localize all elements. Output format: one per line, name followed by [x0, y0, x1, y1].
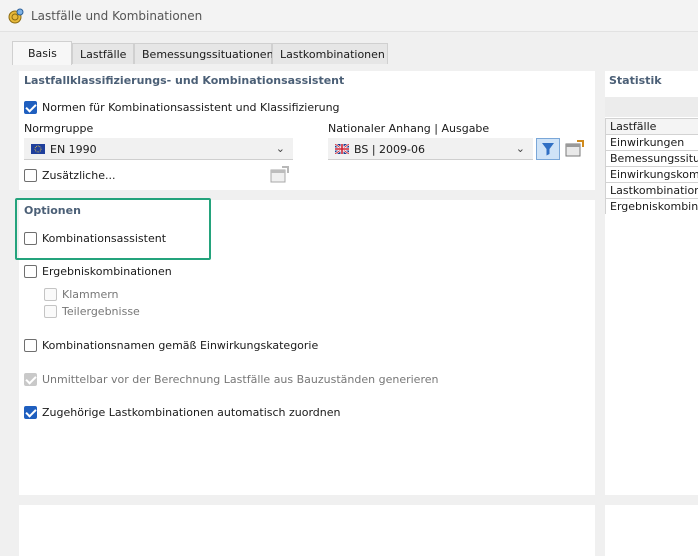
ergebniskombinationen-label: Ergebniskombinationen	[42, 265, 172, 278]
annex-dropdown[interactable]: BS | 2009-06 ⌄	[328, 138, 533, 160]
kombinationsnamen-label: Kombinationsnamen gemäß Einwirkungskateg…	[42, 339, 319, 352]
tab-bar: Basis Lastfälle Bemessungssituationen La…	[0, 32, 698, 65]
uk-flag-icon	[335, 144, 349, 154]
additional-checkbox[interactable]	[24, 169, 37, 182]
statistics-panel: Statistik Lastfälle Einwirkungen Bemessu…	[605, 71, 698, 495]
annex-label: Nationaler Anhang | Ausgabe	[328, 122, 490, 135]
edit-dialog-icon	[565, 140, 584, 157]
additional-checkbox-label: Zusätzliche...	[42, 169, 116, 182]
norms-checkbox-label: Normen für Kombinationsassistent und Kla…	[42, 101, 340, 114]
lower-panel	[19, 505, 595, 556]
list-item[interactable]: Lastfälle	[605, 118, 698, 134]
assistant-panel: Lastfallklassifizierungs- und Kombinatio…	[19, 71, 595, 190]
klammern-checkbox[interactable]	[44, 288, 57, 301]
normgruppe-label: Normgruppe	[24, 122, 94, 135]
highlight-frame	[15, 198, 211, 260]
additional-edit-button[interactable]	[268, 164, 292, 186]
ergebniskombinationen-checkbox[interactable]	[24, 265, 37, 278]
tab-lastkombinationen[interactable]: Lastkombinationen	[272, 43, 388, 64]
normgruppe-dropdown[interactable]: EN 1990 ⌄	[24, 138, 293, 160]
eu-flag-icon	[31, 144, 45, 154]
statistics-header	[605, 97, 698, 117]
teilergebnisse-label: Teilergebnisse	[62, 305, 140, 318]
chevron-down-icon: ⌄	[275, 142, 285, 155]
annex-value: BS | 2009-06	[354, 143, 425, 156]
chevron-down-icon: ⌄	[515, 142, 525, 155]
filter-button[interactable]	[536, 138, 560, 160]
list-item[interactable]: Bemessungssituationen	[605, 150, 698, 166]
app-coin-icon	[8, 8, 24, 24]
tab-bemessungssituationen[interactable]: Bemessungssituationen	[134, 43, 274, 64]
list-item[interactable]: Einwirkungen	[605, 134, 698, 150]
assistant-section-title: Lastfallklassifizierungs- und Kombinatio…	[24, 74, 345, 87]
window-title: Lastfälle und Kombinationen	[31, 9, 203, 23]
window-titlebar: Lastfälle und Kombinationen	[0, 0, 698, 32]
filter-icon	[542, 143, 554, 156]
teilergebnisse-checkbox[interactable]	[44, 305, 57, 318]
tab-basis[interactable]: Basis	[12, 41, 72, 65]
tab-lastfaelle[interactable]: Lastfälle	[72, 43, 134, 64]
bauzustaende-label: Unmittelbar vor der Berechnung Lastfälle…	[42, 373, 439, 386]
bauzustaende-checkbox[interactable]	[24, 373, 37, 386]
norms-checkbox[interactable]	[24, 101, 37, 114]
edit-dialog-icon	[270, 166, 289, 183]
statistics-list: Lastfälle Einwirkungen Bemessungssituati…	[605, 118, 698, 214]
list-item[interactable]: Einwirkungskombinationen	[605, 166, 698, 182]
statistics-lower-panel	[605, 505, 698, 556]
list-item[interactable]: Lastkombinationen	[605, 182, 698, 198]
klammern-label: Klammern	[62, 288, 119, 301]
zuordnen-label: Zugehörige Lastkombinationen automatisch…	[42, 406, 341, 419]
zuordnen-checkbox[interactable]	[24, 406, 37, 419]
list-item[interactable]: Ergebniskombinationen	[605, 198, 698, 214]
statistics-title: Statistik	[609, 74, 662, 87]
normgruppe-value: EN 1990	[50, 143, 97, 156]
kombinationsnamen-checkbox[interactable]	[24, 339, 37, 352]
edit-annex-button[interactable]	[563, 138, 587, 160]
